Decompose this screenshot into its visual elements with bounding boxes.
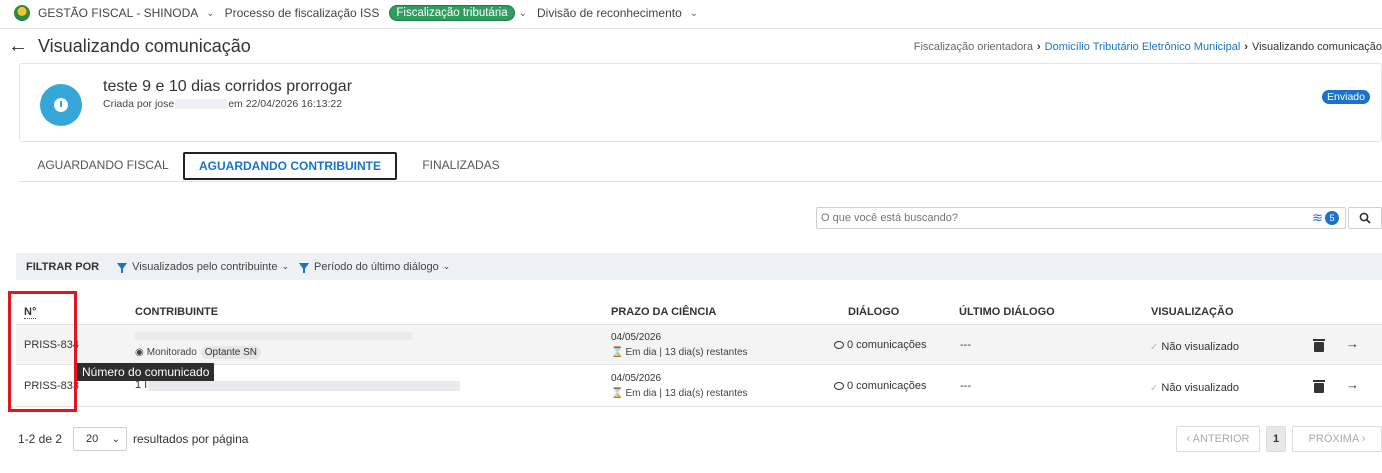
funnel-icon: [117, 263, 128, 273]
breadcrumb-item[interactable]: Domicílio Tributário Eletrônico Municipa…: [1045, 41, 1241, 53]
created-by: Criada por jose: [103, 98, 175, 110]
chevron-down-icon: ⌄: [206, 7, 215, 19]
last-dialog: ---: [960, 339, 971, 351]
column-header-visualizacao: VISUALIZAÇÃO: [1151, 306, 1234, 318]
column-header-ultimo-dialogo: ÚLTIMO DIÁLOGO: [959, 306, 1055, 318]
filter-label-text: Visualizados pelo contribuinte: [132, 260, 278, 273]
active-module-pill: Fiscalização tributária: [389, 5, 515, 21]
status-badge: Enviado: [1322, 90, 1370, 104]
back-arrow-icon[interactable]: ←: [8, 35, 28, 58]
chat-icon: [834, 341, 844, 349]
divider: [0, 28, 1382, 29]
binoculars-icon: ◉: [135, 347, 144, 358]
dialog-count: 0 comunicações: [834, 339, 927, 351]
tab-aguardando-contribuinte[interactable]: AGUARDANDO CONTRIBUINTE: [183, 152, 397, 180]
last-dialog: ---: [960, 380, 971, 392]
process-label: Processo de fiscalização ISS: [224, 6, 380, 20]
check-icon: ✓: [1150, 342, 1159, 353]
filter-visualizados[interactable]: Visualizados pelo contribuinte ⌄: [117, 261, 289, 273]
search-box: ≋ 5: [816, 207, 1346, 229]
active-module-selector[interactable]: Fiscalização tributária ⌄: [389, 5, 527, 21]
prazo-date: 04/05/2026: [611, 373, 662, 384]
dialog-count: 0 comunicações: [834, 380, 927, 392]
redacted-name: [175, 99, 228, 109]
filter-label: FILTRAR POR: [26, 260, 100, 273]
chevron-down-icon: ⌄: [442, 261, 451, 271]
table-row[interactable]: PRISS-834 ◉ Monitorado Optante SN 04/05/…: [16, 324, 1382, 365]
filter-bar: FILTRAR POR Visualizados pelo contribuin…: [16, 253, 1382, 280]
communication-card: teste 9 e 10 dias corridos prorrogar Cri…: [19, 63, 1382, 142]
arrow-right-icon[interactable]: →: [1346, 336, 1359, 351]
search-button[interactable]: [1348, 207, 1382, 229]
page-1-button[interactable]: 1: [1266, 426, 1286, 452]
prazo-status-text: Em dia | 13 dia(s) restantes: [625, 347, 748, 358]
archive-icon[interactable]: [1313, 380, 1325, 393]
search-input[interactable]: [821, 212, 1313, 224]
breadcrumb: Fiscalização orientadora › Domicílio Tribu…: [913, 41, 1382, 53]
view-status: ✓ Não visualizado: [1150, 382, 1239, 394]
prazo-date: 04/05/2026: [611, 332, 662, 343]
per-page-value: 20: [86, 433, 99, 445]
redacted-contribuinte: [134, 332, 412, 340]
contribuinte-info: ◉ Monitorado Optante SN: [135, 346, 262, 359]
chevron-down-icon: ⌄: [518, 7, 527, 19]
dialog-count-text: 0 comunicações: [847, 380, 927, 392]
tab-finalizadas[interactable]: FINALIZADAS: [411, 150, 511, 180]
breadcrumb-current: Visualizando comunicação: [1251, 41, 1382, 53]
view-status-text: Não visualizado: [1161, 382, 1240, 394]
archive-icon[interactable]: [1313, 339, 1325, 352]
chevron-down-icon: ⌄: [281, 261, 290, 271]
check-icon: ✓: [1150, 383, 1159, 394]
chat-icon: [834, 382, 844, 390]
prazo-status-text: Em dia | 13 dia(s) restantes: [625, 388, 748, 399]
prazo-status: ⌛ Em dia | 13 dia(s) restantes: [611, 347, 748, 358]
view-status: ✓ Não visualizado: [1150, 341, 1239, 353]
breadcrumb-item[interactable]: Fiscalização orientadora: [914, 41, 1033, 53]
search-icon: [1359, 212, 1371, 224]
process-link[interactable]: Processo de fiscalização ISS: [225, 6, 380, 20]
next-page-button[interactable]: PRÓXIMA ›: [1292, 426, 1382, 452]
redacted-contribuinte: [148, 381, 460, 391]
tooltip: Número do comunicado: [77, 363, 215, 381]
highlight-box: [8, 291, 77, 412]
top-navbar: GESTÃO FISCAL - SHINODA ⌄ Processo de fi…: [0, 0, 1382, 26]
filter-count-badge: 5: [1325, 211, 1339, 225]
optante-tag: Optante SN: [200, 346, 262, 359]
info-icon: [40, 84, 82, 126]
prev-page-button[interactable]: ‹ ANTERIOR: [1176, 426, 1260, 452]
brasao-logo-icon: [14, 5, 30, 21]
tab-aguardando-fiscal[interactable]: AGUARDANDO FISCAL: [33, 150, 173, 180]
column-header-dialogo: DIÁLOGO: [848, 306, 900, 318]
filter-label-text: Período do último diálogo: [314, 260, 439, 273]
app-name: GESTÃO FISCAL - SHINODA: [38, 6, 199, 20]
page-title: Visualizando comunicação: [38, 36, 251, 56]
prazo-status: ⌛ Em dia | 13 dia(s) restantes: [611, 388, 748, 399]
communication-title: teste 9 e 10 dias corridos prorrogar: [103, 78, 353, 95]
per-page-label: resultados por página: [133, 432, 249, 446]
division-label: Divisão de reconhecimento: [537, 6, 682, 20]
app-selector[interactable]: GESTÃO FISCAL - SHINODA ⌄: [38, 6, 215, 20]
chevron-down-icon: ⌄: [111, 433, 120, 445]
arrow-right-icon[interactable]: →: [1346, 377, 1359, 392]
monitor-label: Monitorado: [146, 347, 197, 358]
pagination-range: 1-2 de 2: [18, 432, 63, 446]
column-header-contribuinte: CONTRIBUINTE: [135, 306, 219, 318]
hourglass-icon: ⌛: [611, 388, 624, 399]
advanced-filter-button[interactable]: ≋ 5: [1312, 210, 1339, 226]
view-status-text: Não visualizado: [1161, 341, 1240, 353]
tabs: AGUARDANDO FISCAL AGUARDANDO CONTRIBUINT…: [19, 150, 1382, 182]
chevron-down-icon: ⌄: [689, 7, 699, 19]
division-selector[interactable]: Divisão de reconhecimento ⌄: [537, 6, 698, 20]
column-header-prazo: PRAZO DA CIÊNCIA: [611, 306, 717, 318]
per-page-select[interactable]: 20 ⌄: [73, 427, 127, 451]
dialog-count-text: 0 comunicações: [847, 339, 927, 351]
filter-periodo[interactable]: Período do último diálogo ⌄: [299, 261, 450, 273]
sliders-icon: ≋: [1312, 210, 1323, 225]
communication-meta: Criada por jose em 22/04/2026 16:13:22: [103, 98, 342, 110]
hourglass-icon: ⌛: [611, 347, 624, 358]
table-row[interactable]: PRISS-833 1 I 04/05/2026 ⌛ Em dia | 13 di…: [16, 366, 1382, 407]
funnel-icon: [299, 263, 310, 273]
created-date: em 22/04/2026 16:13:22: [228, 98, 343, 110]
